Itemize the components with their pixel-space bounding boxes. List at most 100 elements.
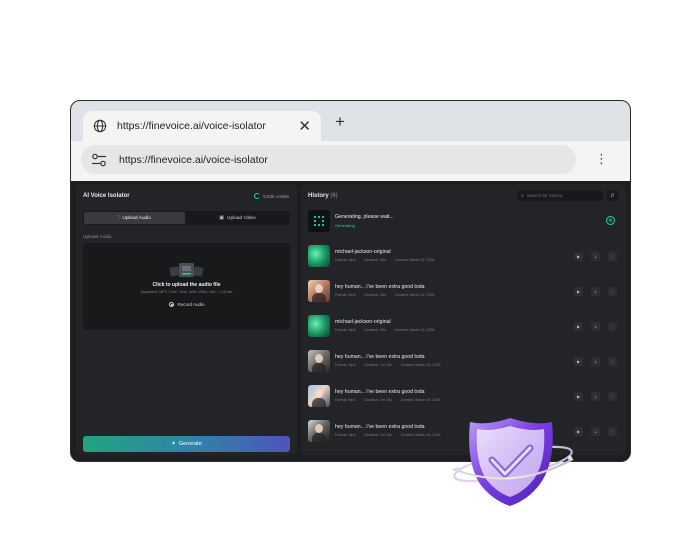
new-tab-icon[interactable]: +	[335, 113, 345, 130]
tab-bar: https://finevoice.ai/voice-isolator ✕ +	[71, 101, 630, 141]
download-icon[interactable]: ⇣	[591, 357, 600, 366]
item-name: hey human... i've been extra good toda	[335, 389, 425, 395]
loading-dots-icon	[313, 215, 325, 227]
generating-title: Generating, please wait...	[335, 214, 394, 220]
item-format: Format: Mp4	[335, 258, 356, 262]
credits-ring-icon	[254, 193, 261, 199]
avatar-thumbnail	[308, 350, 330, 372]
more-icon[interactable]: ⋮	[608, 392, 617, 401]
item-created: Created: March 30, 2026	[400, 363, 441, 367]
panel-title: AI Voice Isolator	[83, 193, 130, 199]
audio-thumbnail	[308, 315, 330, 337]
play-icon[interactable]: ▶	[574, 392, 583, 401]
item-meta: Format: Mp4 Duration: 35s Created: March…	[335, 293, 443, 297]
browser-menu-icon[interactable]: ⋮	[595, 152, 608, 165]
item-name: michael-jackson-original	[335, 319, 391, 325]
search-placeholder: Search for Voices	[526, 193, 563, 198]
item-created: Created: March 02, 2026	[394, 258, 435, 262]
sparkle-icon: ✦	[171, 441, 176, 447]
row-actions: ▶ ⇣ ⋮	[566, 287, 617, 296]
audio-wave-icon: ⫶	[118, 215, 120, 221]
url-text: https://finevoice.ai/voice-isolator	[119, 153, 268, 166]
item-meta: Format: Mp4 Duration: 1m 15s Created: Ma…	[335, 433, 449, 437]
history-row[interactable]: hey human... i've been extra good toda F…	[308, 280, 620, 306]
play-icon[interactable]: ▶	[574, 252, 583, 261]
avatar-thumbnail	[308, 420, 330, 442]
item-duration: Duration: 35s	[364, 293, 386, 297]
generating-status: Generating	[335, 223, 355, 228]
close-tab-icon[interactable]: ✕	[298, 119, 311, 134]
voice-isolator-panel: AI Voice Isolator 8,538 credits ⫶ Upload…	[76, 184, 297, 455]
item-format: Format: Mp4	[335, 293, 356, 297]
history-count: (6)	[330, 193, 338, 199]
item-duration: Duration: 1m 15s	[364, 363, 392, 367]
record-label: Record Audio	[177, 302, 205, 307]
dropzone-formats: Supported: MP3, FLAC, M4A, WAV, WMA, AAC…	[140, 290, 233, 294]
more-icon[interactable]: ⋮	[608, 252, 617, 261]
video-icon: ▣	[219, 215, 224, 221]
item-created: Created: March 02, 2026	[394, 328, 435, 332]
record-icon	[169, 302, 175, 307]
item-meta: Format: Mp4 Duration: 35s Created: March…	[335, 328, 443, 332]
address-bar[interactable]: https://finevoice.ai/voice-isolator	[81, 145, 576, 174]
item-duration: Duration: 1m 15s	[364, 433, 392, 437]
item-meta: Format: Mp4 Duration: 1m 15s Created: Ma…	[335, 398, 449, 402]
row-actions: ▶ ⇣ ⋮	[566, 322, 617, 331]
play-icon[interactable]: ▶	[574, 287, 583, 296]
item-duration: Duration: 35s	[364, 258, 386, 262]
history-row[interactable]: hey human... i've been extra good toda F…	[308, 350, 620, 376]
search-icon: ⌕	[521, 192, 524, 199]
play-icon[interactable]: ▶	[574, 322, 583, 331]
tab-upload-audio[interactable]: ⫶ Upload Audio	[84, 212, 185, 224]
history-row[interactable]: hey human... i've been extra good toda F…	[308, 385, 620, 411]
item-meta: Format: Mp4 Duration: 35s Created: March…	[335, 258, 443, 262]
history-search-input[interactable]: ⌕ Search for Voices	[517, 190, 603, 201]
item-format: Format: Mp4	[335, 398, 356, 402]
address-row: https://finevoice.ai/voice-isolator ⋮	[71, 141, 630, 181]
more-icon[interactable]: ⋮	[608, 427, 617, 436]
browser-tab[interactable]: https://finevoice.ai/voice-isolator ✕	[83, 111, 321, 141]
item-format: Format: Mp4	[335, 328, 356, 332]
history-title: History (6)	[308, 193, 338, 199]
globe-icon	[93, 119, 107, 133]
download-icon[interactable]: ⇣	[591, 427, 600, 436]
dropzone-title: Click to upload the audio file	[152, 282, 221, 288]
history-row[interactable]: michael-jackson-original Format: Mp4 Dur…	[308, 245, 620, 271]
tab-title: https://finevoice.ai/voice-isolator	[117, 120, 266, 132]
more-icon[interactable]: ⋮	[608, 322, 617, 331]
more-icon[interactable]: ⋮	[608, 287, 617, 296]
row-actions: ▶ ⇣ ⋮	[566, 392, 617, 401]
download-icon[interactable]: ⇣	[591, 287, 600, 296]
tab-upload-video[interactable]: ▣ Upload Video	[187, 212, 288, 224]
credits-badge: 8,538 credits	[254, 193, 289, 199]
download-icon[interactable]: ⇣	[591, 252, 600, 261]
audio-thumbnail	[308, 245, 330, 267]
item-format: Format: Mp4	[335, 433, 356, 437]
record-audio-button[interactable]: Record Audio	[166, 300, 208, 309]
upload-mode-toggle: ⫶ Upload Audio ▣ Upload Video	[83, 211, 290, 225]
generating-thumbnail	[308, 210, 330, 232]
item-name: hey human... i've been extra good toda	[335, 284, 425, 290]
row-actions: ▶ ⇣ ⋮	[566, 357, 617, 366]
generate-button[interactable]: ✦ Generate	[83, 436, 290, 452]
sort-filter-button[interactable]: ⇵	[607, 190, 618, 201]
upload-label: Upload Audio	[83, 235, 112, 240]
tab-label: Upload Audio	[122, 215, 151, 221]
history-row-generating: Generating, please wait... Generating ⚙	[308, 210, 620, 236]
download-icon[interactable]: ⇣	[591, 392, 600, 401]
item-format: Format: Mp4	[335, 363, 356, 367]
avatar-thumbnail	[308, 280, 330, 302]
item-name: michael-jackson-original	[335, 249, 391, 255]
item-created: Created: March 30, 2026	[400, 433, 441, 437]
site-settings-icon[interactable]	[91, 153, 107, 167]
history-heading: History	[308, 193, 329, 199]
history-row[interactable]: michael-jackson-original Format: Mp4 Dur…	[308, 315, 620, 341]
item-name: hey human... i've been extra good toda	[335, 424, 425, 430]
browser-window: https://finevoice.ai/voice-isolator ✕ + …	[70, 100, 631, 462]
more-icon[interactable]: ⋮	[608, 357, 617, 366]
gear-icon[interactable]: ⚙	[606, 216, 615, 225]
play-icon[interactable]: ▶	[574, 357, 583, 366]
upload-dropzone[interactable]: Click to upload the audio file Supported…	[83, 243, 290, 330]
download-icon[interactable]: ⇣	[591, 322, 600, 331]
credits-text: 8,538 credits	[263, 193, 289, 199]
